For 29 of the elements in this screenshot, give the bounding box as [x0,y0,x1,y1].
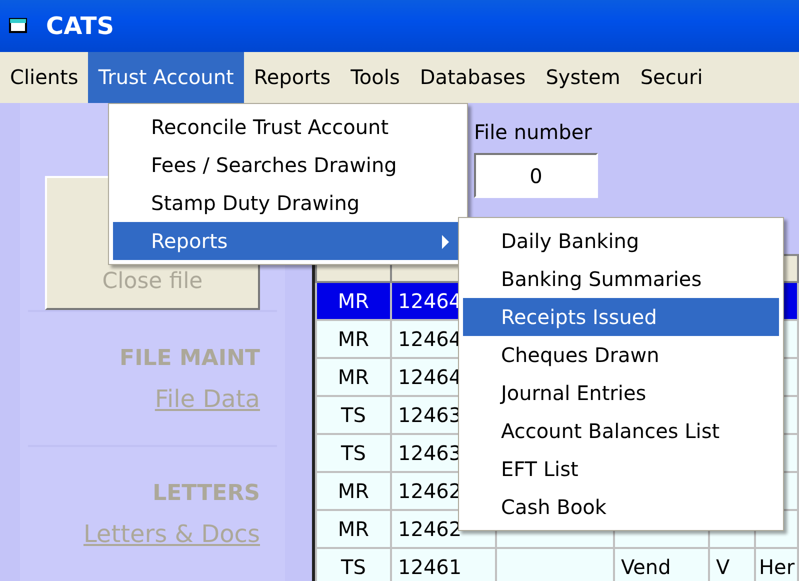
menu-item[interactable]: System [536,52,630,103]
table-cell: 12461 [391,548,496,581]
table-cell: TS [316,548,391,581]
app-icon [8,17,30,35]
window-title: CATS [46,11,114,42]
table-cell: MR [316,282,391,320]
field-label: File number [474,119,592,146]
table-cell: MR [316,320,391,358]
table-cell: Vend [614,548,709,581]
section-heading: FILE MAINT [120,345,260,373]
submenu-item[interactable]: Daily Banking [463,222,779,260]
submenu-item[interactable]: Receipts Issued [463,298,779,336]
menu-item[interactable]: Clients [0,52,88,103]
menu-item[interactable]: Reports [244,52,341,103]
menu-item[interactable]: Securi [630,52,713,103]
section-heading: LETTERS [152,480,260,508]
menu-item[interactable]: Databases [410,52,536,103]
file-number-field[interactable]: 0 [474,153,598,198]
table-cell: Her [755,548,798,581]
table-cell: TS [316,434,391,472]
table-cell: MR [316,358,391,396]
table-cell: MR [316,472,391,510]
menu-item[interactable]: Tools [340,52,410,103]
table-cell: V [709,548,755,581]
table-cell: MR [316,510,391,548]
menu-item[interactable]: Reconcile Trust Account [113,108,463,146]
table-cell: TS [316,396,391,434]
submenu-arrow-icon [442,235,449,249]
menu-item[interactable]: Trust Account [88,52,244,103]
